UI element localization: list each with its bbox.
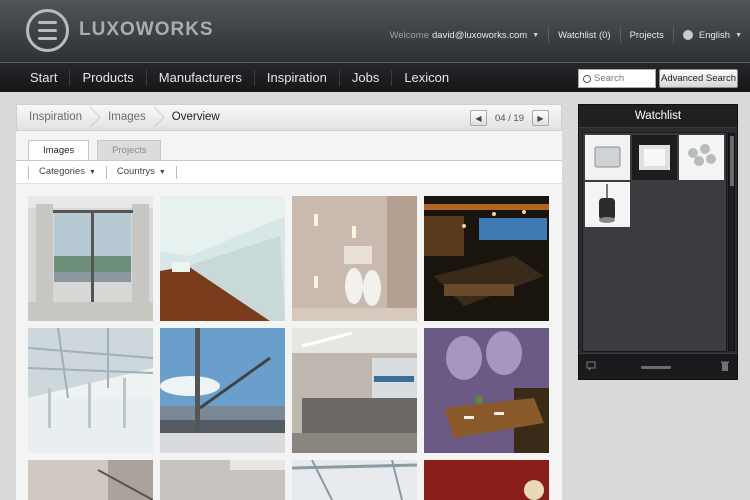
- divider: [672, 27, 674, 43]
- partial-image-2: [160, 460, 285, 500]
- restaurant-dining-image: [424, 328, 549, 453]
- nav-item-lexicon[interactable]: Lexicon: [392, 70, 461, 86]
- chevron-down-icon: ▼: [88, 168, 96, 176]
- partial-image-1: [28, 460, 153, 500]
- white-chairs-wall-lights-image: [292, 196, 417, 321]
- tab-images[interactable]: Images: [28, 140, 90, 161]
- projects-link[interactable]: Projects: [630, 30, 664, 41]
- image-thumbnail[interactable]: [28, 328, 153, 453]
- countrys-dropdown[interactable]: Countrys ▼: [105, 165, 177, 179]
- countrys-label: Countrys: [116, 165, 155, 177]
- globe-icon: [682, 30, 693, 40]
- image-thumbnail[interactable]: [424, 460, 549, 500]
- watchlist-item[interactable]: [585, 135, 630, 180]
- breadcrumb-overview: Overview: [171, 111, 220, 123]
- search-icon: [583, 74, 591, 83]
- resize-handle[interactable]: [641, 366, 671, 369]
- user-menu[interactable]: david@luxoworks.com: [432, 30, 527, 41]
- filter-bar: Categories ▼ Countrys ▼: [16, 160, 562, 184]
- white-corridor-image: [160, 196, 285, 321]
- account-links: Welcome david@luxoworks.com ▼ Watchlist …: [390, 27, 742, 43]
- watchlist-title: Watchlist: [579, 105, 737, 128]
- watchlist-item[interactable]: [679, 135, 724, 180]
- image-thumbnail[interactable]: [28, 196, 153, 321]
- image-thumbnail[interactable]: [292, 460, 417, 500]
- comment-icon[interactable]: [585, 360, 597, 372]
- content-panel: Inspiration Images Overview ◀ 04 / 19 ▶ …: [16, 104, 562, 500]
- nav-item-manufacturers[interactable]: Manufacturers: [147, 70, 255, 86]
- cluster-spotlight-image: [688, 144, 716, 166]
- language-select[interactable]: English: [699, 30, 730, 41]
- chevron-down-icon: ▼: [158, 168, 166, 176]
- next-page-button[interactable]: ▶: [532, 110, 549, 126]
- brand-name[interactable]: LUXOWORKS: [79, 19, 214, 41]
- scroll-thumb[interactable]: [730, 136, 734, 186]
- reception-desk-image: [292, 328, 417, 453]
- watchlist-panel: Watchlist: [578, 104, 738, 380]
- panel-light-image: [594, 146, 621, 168]
- watchlist-link[interactable]: Watchlist (0): [558, 30, 610, 41]
- image-thumbnail[interactable]: [424, 196, 549, 321]
- window-ocean-view-image: [28, 196, 153, 321]
- image-thumbnail[interactable]: [292, 196, 417, 321]
- image-thumbnail[interactable]: [28, 460, 153, 500]
- breadcrumb-images[interactable]: Images: [96, 104, 160, 131]
- advanced-search-button[interactable]: Advanced Search: [659, 69, 738, 88]
- top-header: LUXOWORKS Welcome david@luxoworks.com ▼ …: [0, 0, 750, 62]
- partial-image-4: [424, 460, 549, 500]
- nav-item-inspiration[interactable]: Inspiration: [255, 70, 340, 86]
- nav-item-start[interactable]: Start: [18, 70, 71, 86]
- recessed-square-light-image: [639, 145, 670, 170]
- watchlist-scrollbar[interactable]: [728, 133, 735, 351]
- pendant-spotlight-image: [599, 184, 615, 223]
- nav-items: Start Products Manufacturers Inspiration…: [18, 63, 461, 93]
- nav-item-jobs[interactable]: Jobs: [340, 70, 393, 86]
- search-placeholder: Search: [594, 73, 625, 84]
- image-thumbnail[interactable]: [160, 328, 285, 453]
- nav-item-products[interactable]: Products: [70, 70, 147, 86]
- dark-lounge-bar-image: [424, 196, 549, 321]
- prev-page-button[interactable]: ◀: [469, 110, 487, 126]
- image-thumbnail[interactable]: [160, 196, 285, 321]
- watchlist-item[interactable]: [632, 135, 677, 180]
- categories-dropdown[interactable]: Categories ▼: [28, 165, 106, 179]
- breadcrumb-inspiration[interactable]: Inspiration: [17, 104, 96, 131]
- image-thumbnail[interactable]: [424, 328, 549, 453]
- pager: ◀ 04 / 19 ▶: [469, 110, 549, 126]
- watchlist-item[interactable]: [585, 182, 630, 227]
- page-indicator: 04 / 19: [494, 112, 524, 124]
- trash-icon[interactable]: [719, 360, 731, 372]
- chevron-down-icon[interactable]: ▼: [532, 32, 539, 39]
- categories-label: Categories: [39, 165, 85, 177]
- watchlist-footer: [579, 353, 737, 379]
- divider: [619, 27, 621, 43]
- chevron-down-icon[interactable]: ▼: [735, 32, 742, 39]
- search-input[interactable]: Search: [578, 69, 656, 88]
- tab-bar: Images Projects: [28, 140, 169, 161]
- image-thumbnail[interactable]: [160, 460, 285, 500]
- breadcrumb: Inspiration Images Overview ◀ 04 / 19 ▶: [16, 104, 562, 131]
- main-navigation: Start Products Manufacturers Inspiration…: [0, 62, 750, 92]
- watchlist-items: [582, 132, 727, 352]
- tab-projects[interactable]: Projects: [97, 140, 162, 160]
- partial-image-3: [292, 460, 417, 500]
- open-office-ceiling-image: [28, 328, 153, 453]
- luxoworks-logo-icon[interactable]: [26, 9, 69, 52]
- image-thumbnail[interactable]: [292, 328, 417, 453]
- balcony-lamp-sky-image: [160, 328, 285, 453]
- welcome-label: Welcome: [389, 29, 429, 41]
- divider: [548, 27, 550, 43]
